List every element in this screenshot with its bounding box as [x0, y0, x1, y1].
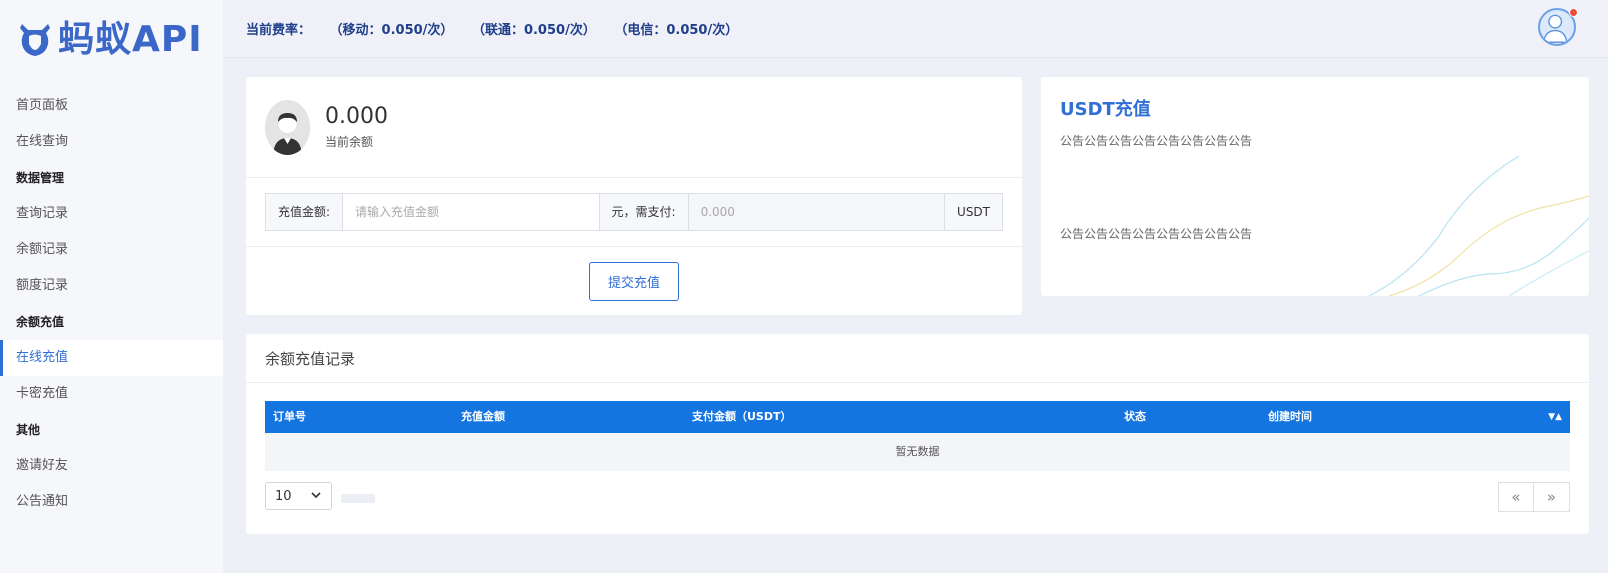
usdt-card: USDT充值 公告公告公告公告公告公告公告公告 公告公告公告公告公告公告公告公告 — [1041, 77, 1589, 296]
sidebar-nav: 首页面板 在线查询数据管理查询记录 余额记录 额度记录余额充值在线充值 卡密充值其他邀请… — [0, 88, 223, 520]
records-title: 余额充值记录 — [246, 334, 1589, 383]
divider — [246, 246, 1022, 247]
sidebar-item[interactable]: 在线查询 — [0, 124, 223, 160]
table-header: 订单号 充值金额 支付金额（USDT） 状态 创建时间 ▼▲ — [265, 401, 1570, 433]
pagination-info-placeholder — [341, 494, 375, 503]
user-profile-icon — [265, 99, 310, 155]
notification-dot — [1569, 8, 1578, 17]
sidebar-item[interactable]: 公告通知 — [0, 484, 223, 520]
column-order-id[interactable]: 订单号 — [273, 401, 306, 433]
sidebar-section-heading: 数据管理 — [16, 171, 65, 185]
recharge-records-card: 余额充值记录 订单号 充值金额 支付金额（USDT） 状态 创建时间 ▼▲ 暂无… — [246, 334, 1589, 534]
balance-label: 当前余额 — [325, 135, 374, 149]
sidebar-item[interactable]: 余额记录 — [0, 232, 223, 268]
records-table: 订单号 充值金额 支付金额（USDT） 状态 创建时间 ▼▲ 暂无数据 — [265, 401, 1570, 471]
pagination: « » — [1498, 482, 1570, 512]
rate-telecom: （电信：0.050/次） — [614, 23, 739, 38]
pay-amount-field — [688, 194, 945, 230]
chevron-down-icon — [311, 492, 321, 499]
rate-mobile: （移动：0.050/次） — [329, 23, 454, 38]
submit-recharge-button[interactable]: 提交充值 — [589, 262, 679, 301]
sidebar: 蚂蚁API 首页面板 在线查询数据管理查询记录 余额记录 额度记录余额充值在线充值 卡密… — [0, 0, 223, 573]
table-empty-row: 暂无数据 — [265, 433, 1570, 471]
top-header: 当前费率： （移动：0.050/次） （联通：0.050/次） （电信：0.05… — [223, 0, 1608, 58]
logo[interactable]: 蚂蚁API — [0, 0, 223, 80]
column-status[interactable]: 状态 — [1124, 401, 1146, 433]
notice-text-2: 公告公告公告公告公告公告公告公告 — [1060, 227, 1253, 241]
currency-unit: USDT — [944, 194, 1003, 230]
sidebar-section-heading: 余额充值 — [16, 315, 65, 329]
balance-value: 0.000 — [325, 104, 388, 129]
ant-logo-icon — [20, 24, 50, 56]
page-size-value: 10 — [275, 488, 292, 504]
sidebar-item[interactable]: 邀请好友 — [0, 448, 223, 484]
column-pay-amount[interactable]: 支付金额（USDT） — [692, 401, 792, 433]
sidebar-section-heading: 其他 — [16, 423, 41, 437]
column-recharge-amount[interactable]: 充值金额 — [461, 401, 505, 433]
rate-label: 当前费率： — [246, 23, 312, 38]
rate-unicom: （联通：0.050/次） — [471, 23, 596, 38]
sidebar-item[interactable]: 查询记录 — [0, 196, 223, 232]
recharge-input-group: 充值金额: 元，需支付: USDT — [265, 193, 1003, 231]
sidebar-item[interactable]: 在线充值 — [0, 340, 223, 376]
sidebar-item[interactable]: 额度记录 — [0, 268, 223, 304]
page-size-select[interactable]: 10 — [265, 482, 332, 510]
recharge-card: 0.000 当前余额 充值金额: 元，需支付: USDT 提交充值 — [246, 77, 1022, 315]
column-created-time[interactable]: 创建时间 — [1268, 401, 1312, 433]
pay-label: 元，需支付: — [598, 194, 689, 230]
next-page-button[interactable]: » — [1534, 482, 1570, 512]
brand-name: 蚂蚁API — [58, 19, 203, 60]
sidebar-item[interactable]: 卡密充值 — [0, 376, 223, 412]
rate-info: 当前费率： （移动：0.050/次） （联通：0.050/次） （电信：0.05… — [246, 19, 752, 38]
decorative-waves — [1368, 156, 1589, 296]
balance-summary: 0.000 当前余额 — [246, 77, 1022, 178]
sort-icon[interactable]: ▼▲ — [1548, 401, 1562, 433]
prev-page-button[interactable]: « — [1498, 482, 1534, 512]
notice-text-1: 公告公告公告公告公告公告公告公告 — [1060, 134, 1253, 148]
sidebar-item[interactable]: 首页面板 — [0, 88, 223, 124]
amount-input[interactable] — [343, 194, 599, 230]
usdt-title: USDT充值 — [1060, 99, 1151, 120]
amount-label: 充值金额: — [266, 194, 344, 230]
